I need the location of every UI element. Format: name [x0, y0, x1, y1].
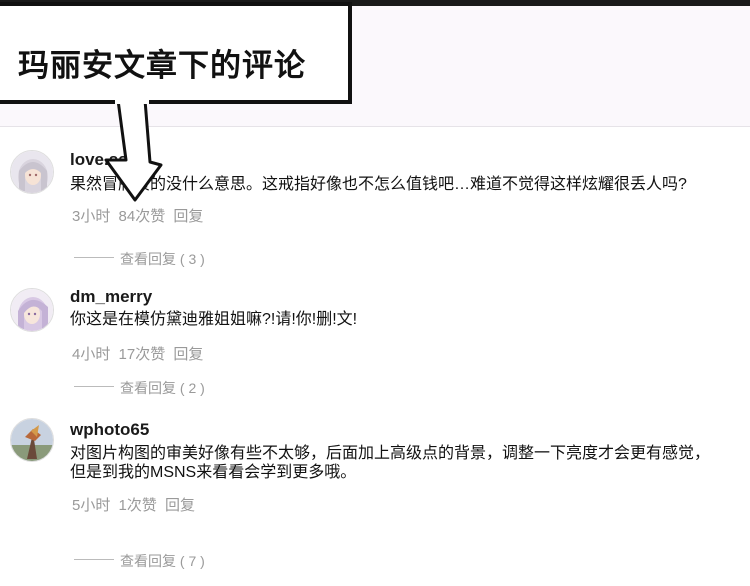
view-replies-label: 查看回复 ( 7 ): [120, 553, 205, 569]
comment-meta: 3小时 84次赞 回复: [72, 205, 207, 226]
comment-text-line-1: 对图片构图的审美好像有些不太够，后面加上高级点的背景，调整一下亮度才会更有感觉，: [70, 445, 711, 462]
comment-likes[interactable]: 1次赞: [119, 497, 157, 514]
reply-button[interactable]: 回复: [173, 346, 203, 363]
comment-meta: 4小时 17次赞 回复: [72, 343, 207, 364]
view-replies-label: 查看回复 ( 3 ): [120, 251, 205, 267]
comment-text-line-2: 但是到我的MSNS来看看会学到更多哦。: [70, 464, 357, 481]
caption-box: 玛丽安文章下的评论: [0, 2, 352, 104]
caption-text: 玛丽安文章下的评论: [18, 48, 306, 84]
comment-time: 4小时: [72, 346, 111, 363]
comment-meta: 5小时 1次赞 回复: [72, 494, 199, 515]
divider-line: [74, 257, 114, 258]
reply-button[interactable]: 回复: [165, 497, 195, 514]
landscape-photo-avatar-icon[interactable]: [10, 418, 54, 462]
divider-line: [74, 386, 114, 387]
comment-time: 5小时: [72, 497, 111, 514]
girl-lavender-hair-avatar-icon[interactable]: [10, 288, 54, 332]
view-replies-label: 查看回复 ( 2 ): [120, 380, 205, 396]
comment-username[interactable]: love.ssi: [70, 150, 132, 170]
comment-likes[interactable]: 84次赞: [119, 208, 166, 225]
comment-username[interactable]: wphoto65: [70, 420, 149, 440]
comment-username[interactable]: dm_merry: [70, 287, 152, 307]
reply-button[interactable]: 回复: [173, 208, 203, 225]
comment-text: 你这是在模仿黛迪雅姐姐嘛?!请!你!删!文!: [70, 311, 358, 328]
comment-time: 3小时: [72, 208, 111, 225]
girl-silver-hair-avatar-icon[interactable]: [10, 150, 54, 194]
comment-likes[interactable]: 17次赞: [119, 346, 166, 363]
comment-text: 果然冒牌货的没什么意思。这戒指好像也不怎么值钱吧…难道不觉得这样炫耀很丢人吗?: [70, 176, 687, 193]
divider-line: [74, 559, 114, 560]
